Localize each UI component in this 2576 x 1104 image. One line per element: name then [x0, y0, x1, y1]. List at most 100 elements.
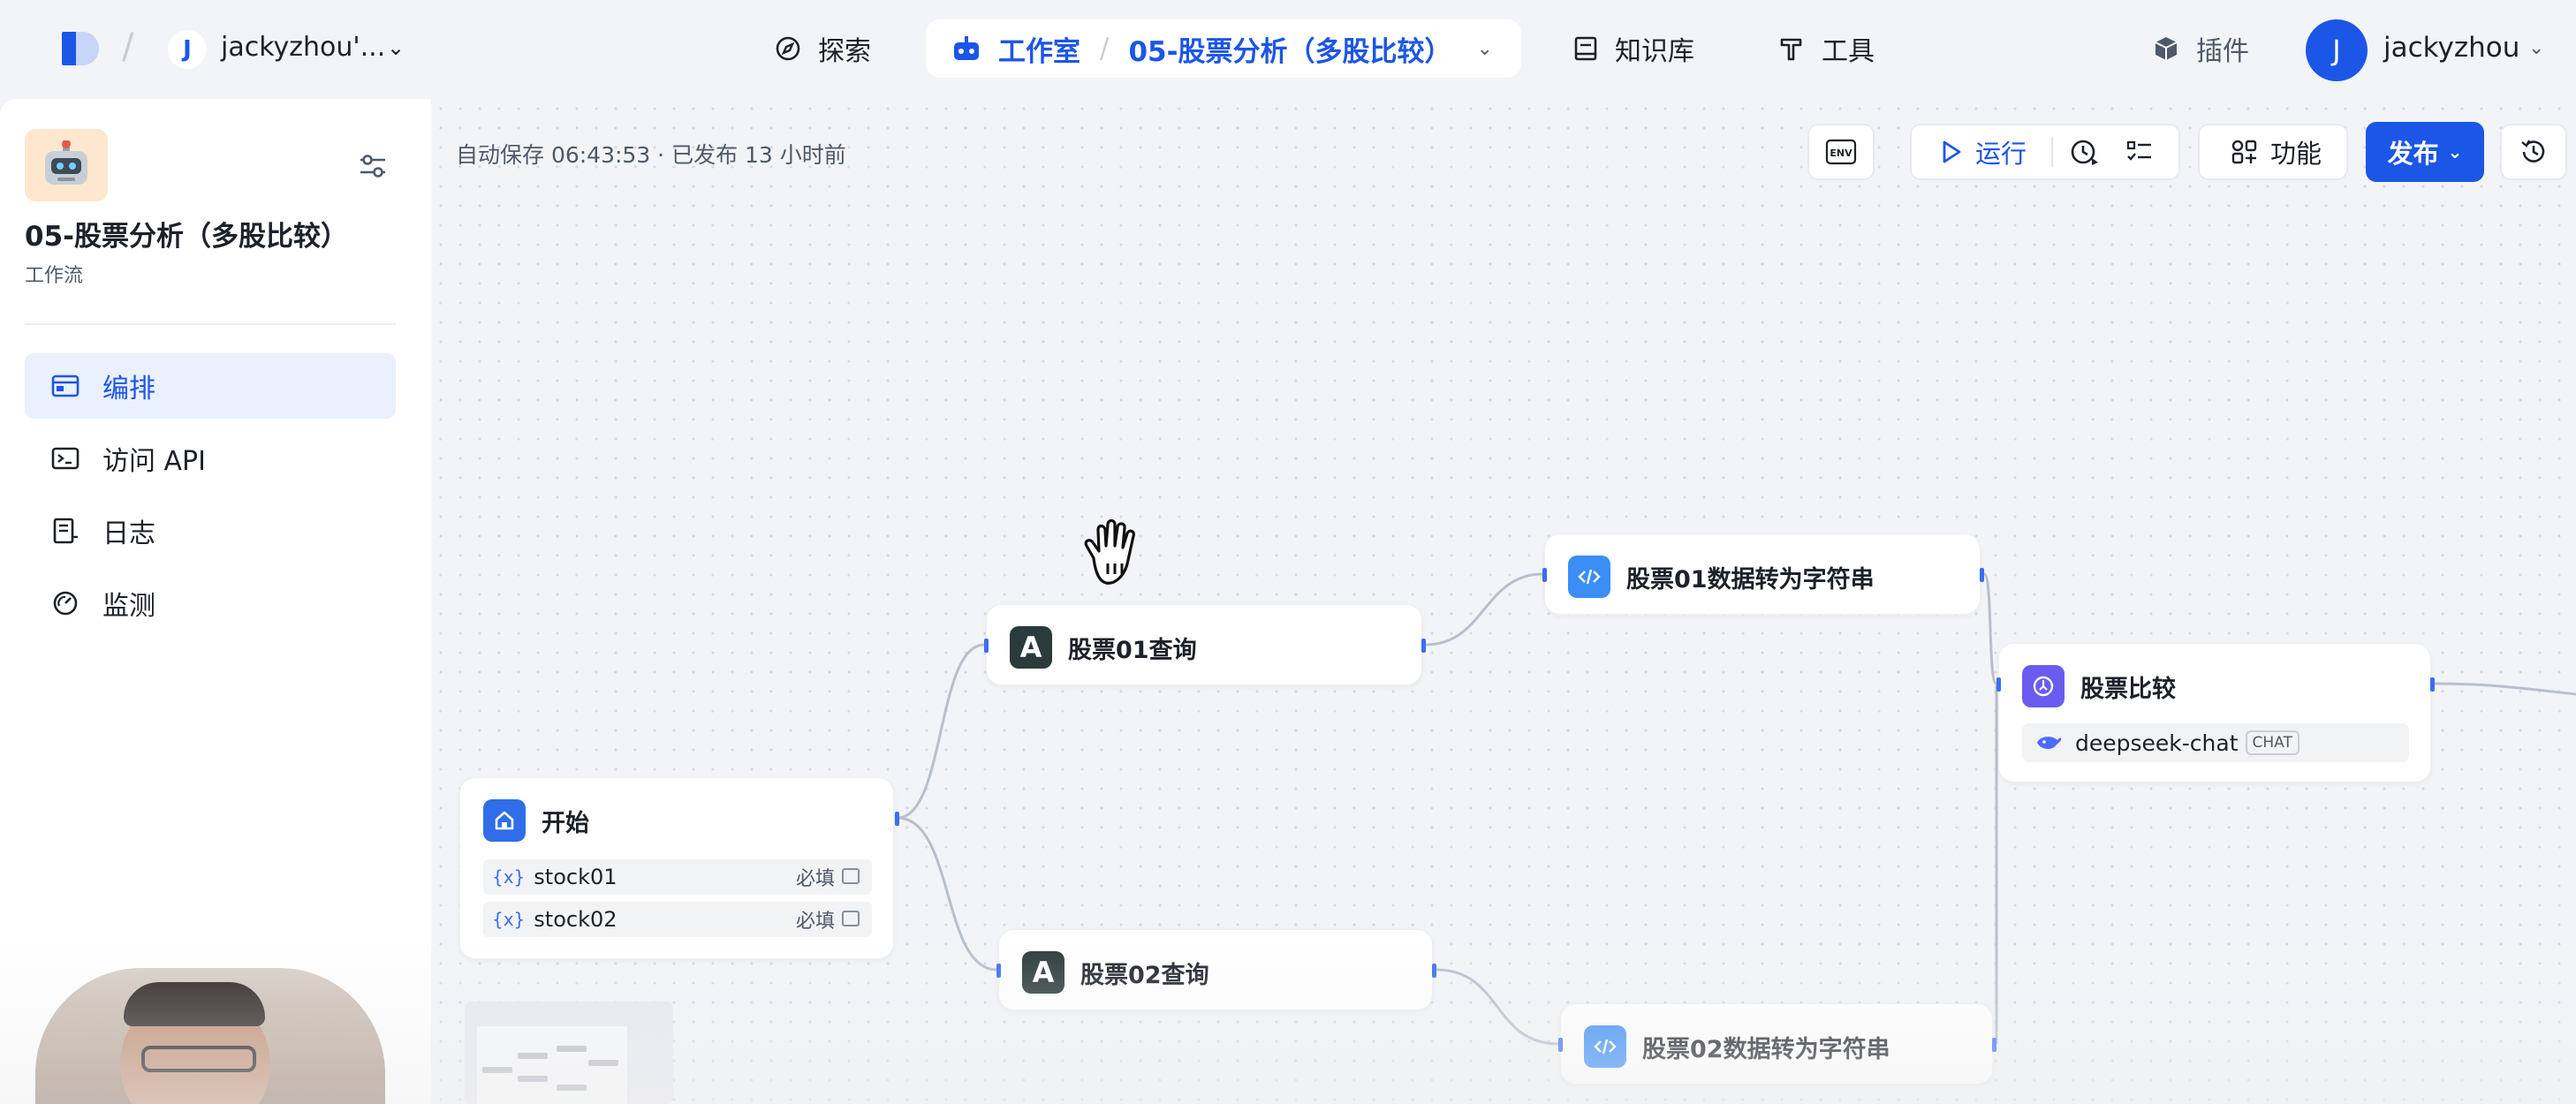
features-label: 功能	[2270, 139, 2322, 169]
text-type-icon	[842, 911, 860, 926]
node-stock01-to-string[interactable]: 股票01数据转为字符串	[1542, 533, 1984, 615]
nav-tools-label: 工具	[1822, 36, 1875, 67]
node-title: 股票01数据转为字符串	[1626, 565, 1875, 594]
sidebar-item-api[interactable]: 访问 API	[25, 426, 396, 491]
hand-grab-cursor-icon	[1084, 519, 1135, 585]
output-port[interactable]	[1992, 1038, 1996, 1052]
user-chevron-down-icon[interactable]: ⌄	[2528, 37, 2544, 59]
minimap-node	[557, 1046, 587, 1052]
history-icon	[2521, 140, 2545, 163]
run-button[interactable]: 运行	[1912, 133, 2027, 170]
node-header: A 股票02查询	[1022, 951, 1209, 994]
variable-icon: {x}	[492, 866, 526, 888]
node-start[interactable]: 开始 {x} stock01 必填 {x} stock02 必填	[459, 777, 899, 959]
node-stock01-query[interactable]: A 股票01查询	[984, 604, 1426, 685]
webcam-overlay	[35, 968, 385, 1104]
dify-logo-icon[interactable]	[58, 28, 104, 69]
layout-icon	[51, 374, 80, 397]
hammer-icon	[1780, 38, 1802, 61]
sidebar-item-label: 编排	[102, 374, 155, 405]
input-port[interactable]	[996, 964, 1001, 978]
run-history-icon[interactable]	[2069, 137, 2101, 167]
nav-knowledge[interactable]: 知识库	[1572, 28, 1694, 69]
minimap[interactable]	[465, 1002, 673, 1104]
terminal-icon	[51, 447, 80, 470]
env-label: ENV	[1830, 147, 1852, 159]
tool-a-icon: A	[1010, 626, 1052, 669]
start-variable-row[interactable]: {x} stock01 必填	[483, 859, 872, 895]
node-title: 股票比较	[2080, 675, 2176, 703]
nav-tools[interactable]: 工具	[1777, 28, 1875, 69]
node-stock02-query[interactable]: A 股票02查询	[996, 929, 1436, 1010]
sidebar-item-monitor[interactable]: 监测	[25, 571, 396, 636]
project-chevron-down-icon[interactable]: ⌄	[1476, 38, 1492, 60]
log-icon	[53, 518, 78, 544]
output-port[interactable]	[2430, 677, 2435, 692]
node-stock-compare[interactable]: 股票比较 deepseek-chat CHAT	[1996, 643, 2435, 783]
node-stock02-to-string[interactable]: 股票02数据转为字符串	[1558, 1003, 1996, 1085]
version-history-button[interactable]	[2500, 124, 2567, 180]
deepseek-whale-icon	[2037, 737, 2062, 750]
output-port[interactable]	[1432, 964, 1436, 978]
sliders-settings-icon[interactable]	[357, 150, 389, 182]
variable-name: stock02	[534, 907, 617, 932]
output-port[interactable]	[1980, 568, 1984, 582]
minimap-node	[518, 1076, 548, 1082]
sidebar-item-orchestrate[interactable]: 编排	[25, 353, 396, 419]
model-name: deepseek-chat	[2075, 730, 2239, 756]
llm-icon	[2022, 665, 2065, 707]
node-header: 股票比较	[2022, 665, 2176, 707]
env-button[interactable]: ENV	[1807, 124, 1875, 180]
nav-studio-label[interactable]: 工作室	[998, 29, 1080, 69]
input-port[interactable]	[1558, 1038, 1563, 1052]
app-title: 05-股票分析（多股比较）	[25, 221, 349, 253]
nav-plugins-label: 插件	[2196, 36, 2249, 67]
features-button[interactable]: 功能	[2198, 124, 2348, 180]
input-port[interactable]	[1996, 677, 2001, 692]
tool-a-icon: A	[1022, 951, 1064, 994]
minimap-node	[588, 1060, 618, 1066]
workspace-name[interactable]: jackyzhou'...	[221, 32, 385, 63]
sidebar-menu: 编排 访问 API 日志 监测	[25, 353, 396, 643]
sidebar-item-label: 访问 API	[102, 446, 206, 477]
run-toolbar-group: 运行	[1910, 124, 2180, 180]
nav-explore[interactable]: 探索	[774, 28, 871, 69]
presenter-hair	[124, 982, 265, 1026]
user-name[interactable]: jackyzhou	[2383, 32, 2519, 64]
variable-icon: {x}	[492, 909, 526, 930]
publish-button[interactable]: 发布 ⌄	[2366, 122, 2484, 182]
nav-studio-breadcrumb[interactable]: 工作室 / 05-股票分析（多股比较） ⌄	[926, 19, 1521, 78]
start-variable-row[interactable]: {x} stock02 必填	[483, 902, 872, 937]
nav-plugins[interactable]: 插件	[2152, 28, 2249, 69]
project-name[interactable]: 05-股票分析（多股比较）	[1128, 29, 1451, 69]
node-header: A 股票01查询	[1010, 626, 1197, 669]
sidebar-item-label: 监测	[102, 591, 155, 622]
nav-knowledge-label: 知识库	[1615, 36, 1694, 67]
publish-label: 发布	[2387, 139, 2439, 169]
workspace-chevron-down-icon[interactable]: ⌄	[387, 35, 405, 60]
robot-icon	[954, 36, 979, 60]
input-port[interactable]	[984, 639, 989, 653]
sidebar-item-label: 日志	[102, 518, 155, 549]
user-avatar[interactable]: J	[2306, 19, 2368, 81]
output-port[interactable]	[895, 812, 899, 826]
book-icon	[1574, 36, 1597, 61]
app-sidebar: 05-股票分析（多股比较） 工作流 编排 访问 API 日志 监测	[0, 99, 431, 1104]
input-port[interactable]	[1542, 568, 1547, 582]
divider	[25, 323, 396, 325]
compass-icon	[776, 36, 800, 61]
minimap-node	[557, 1085, 587, 1091]
variable-name: stock01	[534, 865, 617, 889]
code-icon	[1584, 1025, 1626, 1068]
breadcrumb-separator: /	[122, 26, 134, 67]
apps-icon	[2231, 140, 2257, 164]
model-selector[interactable]: deepseek-chat CHAT	[2022, 723, 2409, 762]
output-port[interactable]	[1421, 639, 1426, 653]
node-title: 股票01查询	[1068, 636, 1197, 664]
nav-explore-label: 探索	[818, 36, 871, 67]
node-title: 开始	[542, 809, 589, 837]
sidebar-item-logs[interactable]: 日志	[25, 498, 396, 563]
workspace-avatar[interactable]: J	[168, 30, 207, 69]
robot-emoji-icon	[45, 140, 87, 185]
checklist-icon[interactable]	[2125, 139, 2154, 165]
